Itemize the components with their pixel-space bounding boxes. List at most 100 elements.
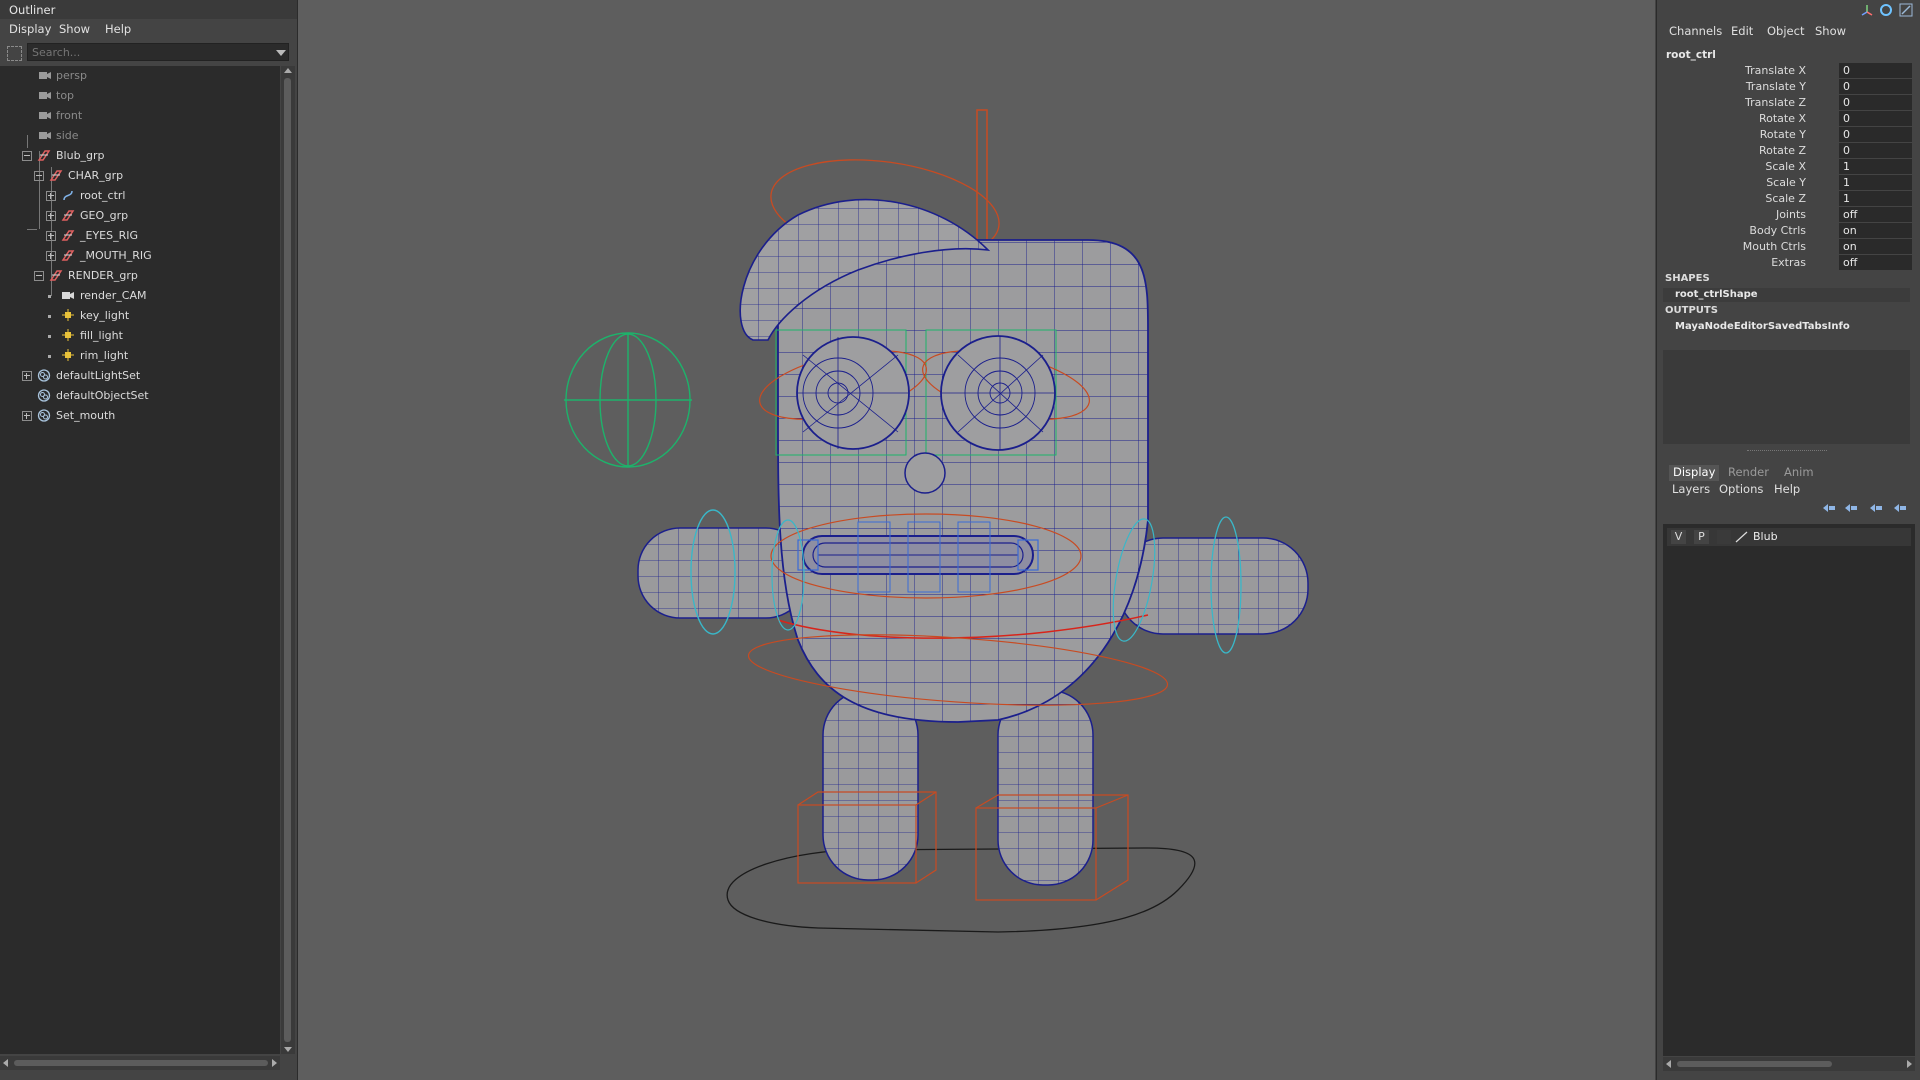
scroll-right-icon[interactable] [272, 1059, 277, 1067]
menu-layers[interactable]: Layers [1672, 482, 1710, 496]
outliner-item-geo-grp[interactable]: GEO_grp [0, 206, 280, 226]
tab-anim[interactable]: Anim [1780, 465, 1818, 481]
attr-value[interactable]: 0 [1839, 95, 1912, 110]
layer-name[interactable]: Blub [1753, 530, 1778, 543]
tab-render[interactable]: Render [1724, 465, 1773, 481]
layer-display-type-toggle[interactable] [1717, 530, 1731, 544]
move-layer-down-icon[interactable] [1844, 503, 1858, 513]
attr-scale-x[interactable]: Scale X1 [1657, 159, 1920, 175]
new-layer-icon[interactable] [1869, 503, 1883, 513]
expand-toggle-icon[interactable] [22, 371, 32, 381]
outliner-item-persp[interactable]: persp [0, 66, 280, 86]
expand-toggle-icon[interactable] [22, 411, 32, 421]
tool-settings-icon[interactable] [1899, 3, 1913, 17]
attr-joints[interactable]: Joints off [1657, 207, 1920, 223]
attr-value[interactable]: 0 [1839, 63, 1912, 78]
attr-body-ctrls[interactable]: Body Ctrls on [1657, 223, 1920, 239]
outliner-item-root-ctrl[interactable]: root_ctrl [0, 186, 280, 206]
layer-playback-toggle[interactable]: P [1694, 530, 1709, 544]
attr-value[interactable]: 0 [1839, 79, 1912, 94]
attr-scale-y[interactable]: Scale Y1 [1657, 175, 1920, 191]
antenna-control[interactable] [976, 109, 988, 261]
outliner-item-fill-light[interactable]: fill_light [0, 326, 280, 346]
outliner-item-set-mouth[interactable]: Set_mouth [0, 406, 280, 426]
scroll-thumb[interactable] [1677, 1061, 1832, 1067]
attr-value[interactable]: 0 [1839, 127, 1912, 142]
outliner-vertical-scrollbar[interactable] [281, 66, 295, 1054]
move-layer-up-icon[interactable] [1822, 503, 1836, 513]
attr-rotate-x[interactable]: Rotate X0 [1657, 111, 1920, 127]
layer-row-blub[interactable]: V P Blub [1667, 528, 1911, 546]
outliner-item-top[interactable]: top [0, 86, 280, 106]
scroll-left-icon[interactable] [3, 1059, 8, 1067]
outliner-item-default-object-set[interactable]: defaultObjectSet [0, 386, 280, 406]
attr-value[interactable]: 1 [1839, 191, 1912, 206]
attr-value[interactable]: off [1839, 207, 1912, 222]
layer-list-horizontal-scrollbar[interactable] [1663, 1057, 1915, 1071]
output-item[interactable]: MayaNodeEditorSavedTabsInfo [1663, 320, 1910, 334]
scroll-thumb[interactable] [14, 1060, 268, 1066]
attr-translate-z[interactable]: Translate Z0 [1657, 95, 1920, 111]
attr-value[interactable]: 0 [1839, 111, 1912, 126]
collapse-toggle-icon[interactable] [34, 271, 44, 281]
expand-toggle-icon[interactable] [46, 231, 56, 241]
outliner-item-side[interactable]: side [0, 126, 280, 146]
attr-value[interactable]: on [1839, 239, 1912, 254]
expand-toggle-icon[interactable] [46, 251, 56, 261]
layer-color-icon[interactable] [1735, 531, 1749, 543]
select-filter-icon[interactable] [7, 46, 22, 61]
outliner-item-blub-grp[interactable]: Blub_grp [0, 146, 280, 166]
attr-rotate-z[interactable]: Rotate Z0 [1657, 143, 1920, 159]
outliner-item-char-grp[interactable]: CHAR_grp [0, 166, 280, 186]
menu-show[interactable]: Show [1815, 24, 1846, 38]
menu-object[interactable]: Object [1767, 24, 1804, 38]
selected-object-name[interactable]: root_ctrl [1666, 49, 1716, 61]
menu-show[interactable]: Show [59, 22, 90, 36]
scroll-thumb[interactable] [284, 78, 291, 1042]
attribute-editor-icon[interactable] [1879, 3, 1893, 17]
outliner-item-front[interactable]: front [0, 106, 280, 126]
menu-edit[interactable]: Edit [1731, 24, 1753, 38]
tab-display[interactable]: Display [1669, 465, 1720, 481]
attr-translate-x[interactable]: Translate X0 [1657, 63, 1920, 79]
scroll-left-icon[interactable] [1666, 1060, 1671, 1068]
new-layer-selected-icon[interactable] [1893, 503, 1907, 513]
search-input[interactable] [27, 43, 289, 61]
outliner-item-render-cam[interactable]: render_CAM [0, 286, 280, 306]
outliner-item-render-grp[interactable]: RENDER_grp [0, 266, 280, 286]
attr-value[interactable]: 0 [1839, 143, 1912, 158]
layer-visibility-toggle[interactable]: V [1671, 530, 1686, 544]
attr-value[interactable]: 1 [1839, 175, 1912, 190]
menu-display[interactable]: Display [9, 22, 51, 36]
attr-extras[interactable]: Extras off [1657, 255, 1920, 271]
attr-mouth-ctrls[interactable]: Mouth Ctrls on [1657, 239, 1920, 255]
attr-value[interactable]: 1 [1839, 159, 1912, 174]
collapse-toggle-icon[interactable] [22, 151, 32, 161]
panel-splitter[interactable] [1747, 450, 1827, 454]
menu-help[interactable]: Help [1774, 482, 1800, 496]
outliner-item-rim-light[interactable]: rim_light [0, 346, 280, 366]
menu-help[interactable]: Help [105, 22, 131, 36]
attr-value[interactable]: on [1839, 223, 1912, 238]
outliner-item-default-light-set[interactable]: defaultLightSet [0, 366, 280, 386]
viewport-3d[interactable] [298, 0, 1655, 1080]
shape-item[interactable]: root_ctrlShape [1663, 288, 1910, 302]
outliner-horizontal-scrollbar[interactable] [0, 1056, 280, 1070]
outliner-item-eyes-rig[interactable]: _EYES_RIG [0, 226, 280, 246]
attr-translate-y[interactable]: Translate Y0 [1657, 79, 1920, 95]
expand-toggle-icon[interactable] [46, 191, 56, 201]
scroll-down-icon[interactable] [284, 1047, 292, 1052]
collapse-toggle-icon[interactable] [34, 171, 44, 181]
expand-toggle-icon[interactable] [46, 211, 56, 221]
ground-control-curve[interactable] [726, 847, 1196, 933]
outliner-item-mouth-rig[interactable]: _MOUTH_RIG [0, 246, 280, 266]
attr-rotate-y[interactable]: Rotate Y0 [1657, 127, 1920, 143]
menu-options[interactable]: Options [1719, 482, 1763, 496]
scroll-right-icon[interactable] [1907, 1060, 1912, 1068]
attr-value[interactable]: off [1839, 255, 1912, 270]
axis-icon[interactable] [1860, 3, 1874, 17]
attr-scale-z[interactable]: Scale Z1 [1657, 191, 1920, 207]
menu-channels[interactable]: Channels [1669, 24, 1722, 38]
outliner-item-key-light[interactable]: key_light [0, 306, 280, 326]
search-dropdown-icon[interactable] [276, 50, 286, 56]
